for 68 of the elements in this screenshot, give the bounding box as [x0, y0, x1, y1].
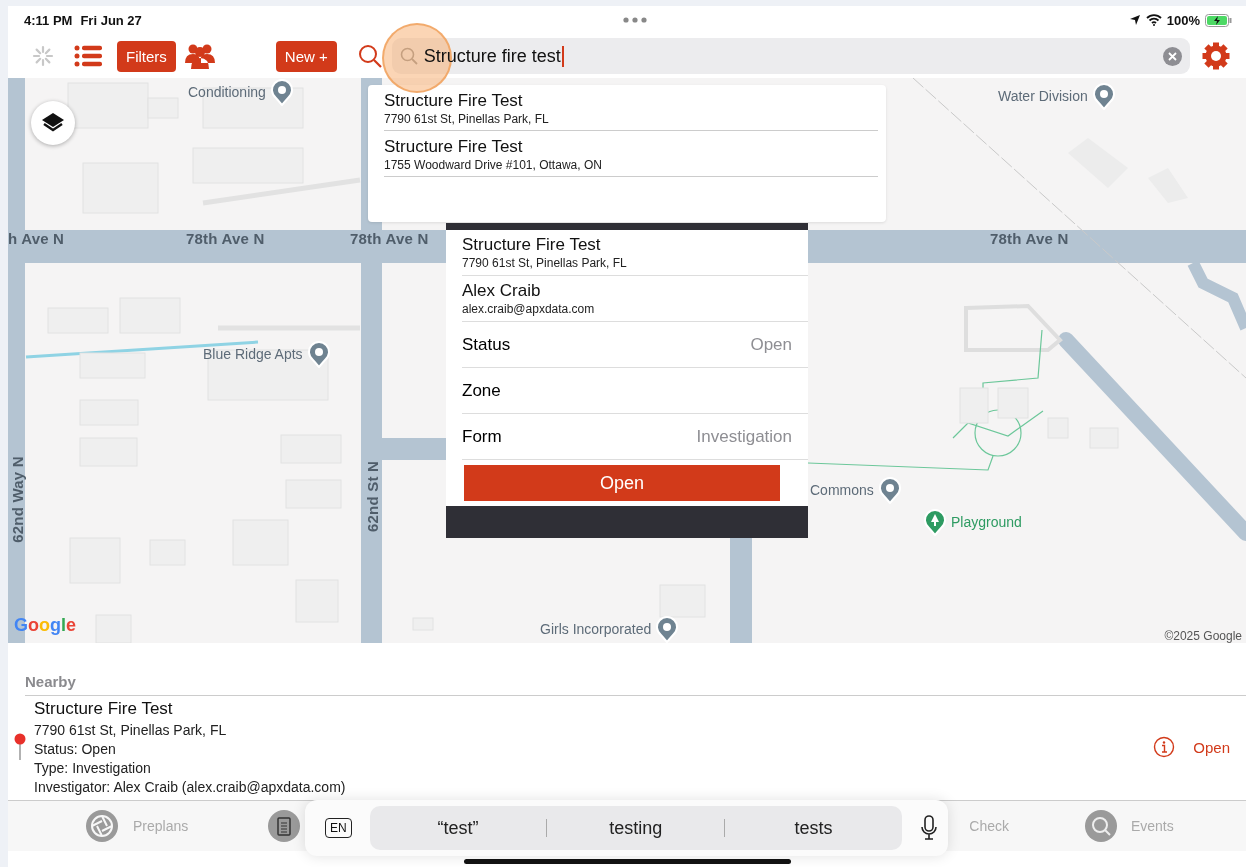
section-heading: Nearby — [25, 673, 1246, 696]
place-label: Conditioning — [188, 84, 266, 100]
pushpin-icon — [14, 733, 26, 761]
loading-spinner-icon — [32, 45, 54, 67]
search-result[interactable]: Structure Fire Test 1755 Woodward Drive #101, Ottawa, ON — [384, 131, 878, 177]
microphone-icon[interactable] — [920, 815, 938, 841]
wifi-icon — [1145, 14, 1162, 26]
map-attribution: ©2025 Google — [1164, 629, 1242, 643]
status-time: 4:11 PM — [24, 12, 73, 28]
nearby-detail: 7790 61st St, Pinellas Park, FL — [34, 722, 228, 738]
tab-item[interactable] — [268, 810, 301, 842]
search-icon — [399, 47, 418, 65]
settings-icon[interactable] — [1202, 42, 1230, 70]
new-button[interactable]: New + — [275, 40, 337, 72]
field-value: Open — [750, 334, 792, 355]
open-button[interactable]: Open — [464, 465, 780, 501]
filters-button[interactable]: Filters — [117, 40, 176, 72]
suggestion[interactable]: “test” — [369, 816, 547, 840]
status-date: Fri Jun 27 — [80, 12, 142, 28]
building — [79, 352, 146, 379]
place-label: Playground — [951, 514, 1022, 530]
street-label: 78th Ave N — [186, 230, 265, 247]
battery-charging-icon — [1205, 13, 1232, 27]
map-pin-icon — [306, 340, 331, 368]
place-label: Blue Ridge Apts — [203, 346, 303, 362]
nearby-detail: Status: Open — [34, 741, 117, 757]
street-label: 78th Ave N — [990, 230, 1069, 247]
suggestion[interactable]: testing — [547, 816, 725, 840]
nearby-title: Structure Fire Test — [34, 699, 174, 719]
list-icon[interactable] — [74, 45, 102, 67]
clear-icon[interactable] — [1163, 46, 1182, 66]
field-label: Form — [462, 426, 502, 447]
search-icon[interactable] — [357, 44, 382, 68]
map-pin-icon — [1091, 82, 1116, 110]
tree-pin-icon — [923, 508, 947, 536]
info-icon[interactable] — [1153, 736, 1176, 758]
field-label: Status — [462, 334, 511, 355]
nearby-detail: Type: Investigation — [34, 760, 152, 776]
popup-address: 7790 61st St, Pinellas Park, FL — [462, 256, 628, 270]
aperture-icon — [85, 809, 119, 843]
street-label: h Ave N — [8, 230, 65, 247]
open-link[interactable]: Open — [1187, 737, 1236, 757]
location-arrow-icon — [1128, 14, 1141, 26]
map-pin-icon — [877, 476, 902, 504]
field-value: Investigation — [696, 426, 792, 447]
investigator-name: Alex Craib — [462, 281, 542, 301]
building — [959, 387, 989, 424]
layers-button[interactable] — [31, 101, 75, 145]
street-label: 62nd St N — [363, 461, 381, 532]
street-label: 62nd Way N — [8, 456, 26, 543]
nearby-detail: Investigator: Alex Craib (alex.craib@apxdata.com) — [34, 779, 347, 795]
investigator-email: alex.craib@apxdata.com — [462, 302, 596, 316]
building — [997, 387, 1029, 419]
place-label: Commons — [810, 482, 874, 498]
place-label: Water Division — [998, 88, 1088, 104]
people-icon[interactable] — [184, 43, 215, 69]
multitasking-dots-icon[interactable] — [623, 17, 648, 23]
battery-percent: 100% — [1166, 12, 1200, 28]
field-label: Zone — [462, 380, 501, 401]
street-label: 78th Ave N — [350, 230, 429, 247]
language-key[interactable]: EN — [325, 818, 352, 838]
place-label: Girls Incorporated — [540, 621, 652, 637]
search-result[interactable]: Structure Fire Test 7790 61st St, Pinellas Park, FL — [384, 85, 878, 131]
popup-title: Structure Fire Test — [462, 235, 602, 255]
clipboard-icon — [268, 810, 301, 842]
suggestion[interactable]: tests — [725, 816, 902, 840]
building — [659, 584, 706, 618]
search-icon — [1084, 810, 1117, 842]
